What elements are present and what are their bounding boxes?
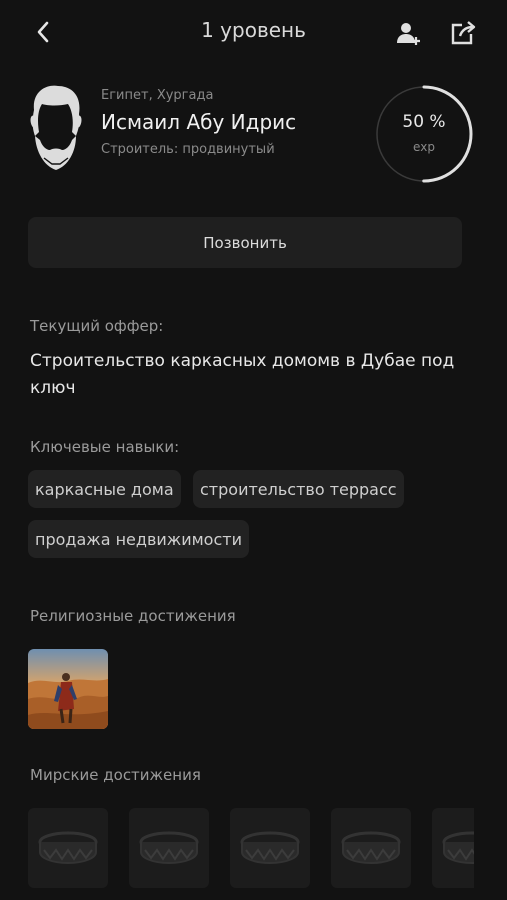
bracelet-icon bbox=[341, 831, 401, 865]
locked-achievement-badge[interactable] bbox=[129, 808, 209, 888]
locked-achievement-badge[interactable] bbox=[331, 808, 411, 888]
avatar bbox=[24, 80, 88, 180]
skills-label: Ключевые навыки: bbox=[30, 438, 180, 456]
skill-chip: продажа недвижимости bbox=[28, 520, 249, 558]
exp-ring-graphic bbox=[375, 85, 473, 183]
skill-chip: строительство террасс bbox=[193, 470, 404, 508]
location-label: Египет, Хургада bbox=[101, 88, 214, 103]
share-button[interactable] bbox=[446, 16, 480, 50]
bracelet-icon bbox=[38, 831, 98, 865]
bracelet-icon bbox=[139, 831, 199, 865]
user-role: Строитель: продвинутый bbox=[101, 142, 275, 157]
religious-achievement-image[interactable] bbox=[28, 649, 108, 729]
religious-achievements-label: Религиозные достижения bbox=[30, 607, 236, 625]
add-friend-button[interactable] bbox=[392, 16, 426, 50]
exp-progress-ring: 50 % exp bbox=[374, 84, 474, 184]
current-offer-label: Текущий оффер: bbox=[30, 317, 164, 335]
user-name: Исмаил Абу Идрис bbox=[101, 110, 297, 134]
locked-achievement-badge[interactable] bbox=[432, 808, 474, 888]
locked-achievement-badge[interactable] bbox=[230, 808, 310, 888]
bracelet-icon bbox=[240, 831, 300, 865]
page-title: 1 уровень bbox=[201, 18, 306, 42]
worldly-achievements-list bbox=[28, 808, 474, 890]
top-bar: 1 уровень bbox=[0, 0, 507, 64]
current-offer-text: Строительство каркасных домомв в Дубае п… bbox=[30, 351, 455, 398]
worldly-achievements-label: Мирские достижения bbox=[30, 766, 201, 784]
call-button[interactable]: Позвонить bbox=[28, 217, 462, 268]
locked-achievement-badge[interactable] bbox=[28, 808, 108, 888]
exp-percent: 50 % bbox=[402, 112, 446, 132]
exp-label: exp bbox=[413, 140, 435, 154]
skill-chip: каркасные дома bbox=[28, 470, 181, 508]
bracelet-icon bbox=[442, 831, 474, 865]
desert-pilgrim-image bbox=[28, 649, 108, 729]
bearded-man-avatar-icon bbox=[30, 85, 82, 170]
share-icon bbox=[451, 21, 476, 45]
add-person-icon bbox=[397, 23, 420, 45]
